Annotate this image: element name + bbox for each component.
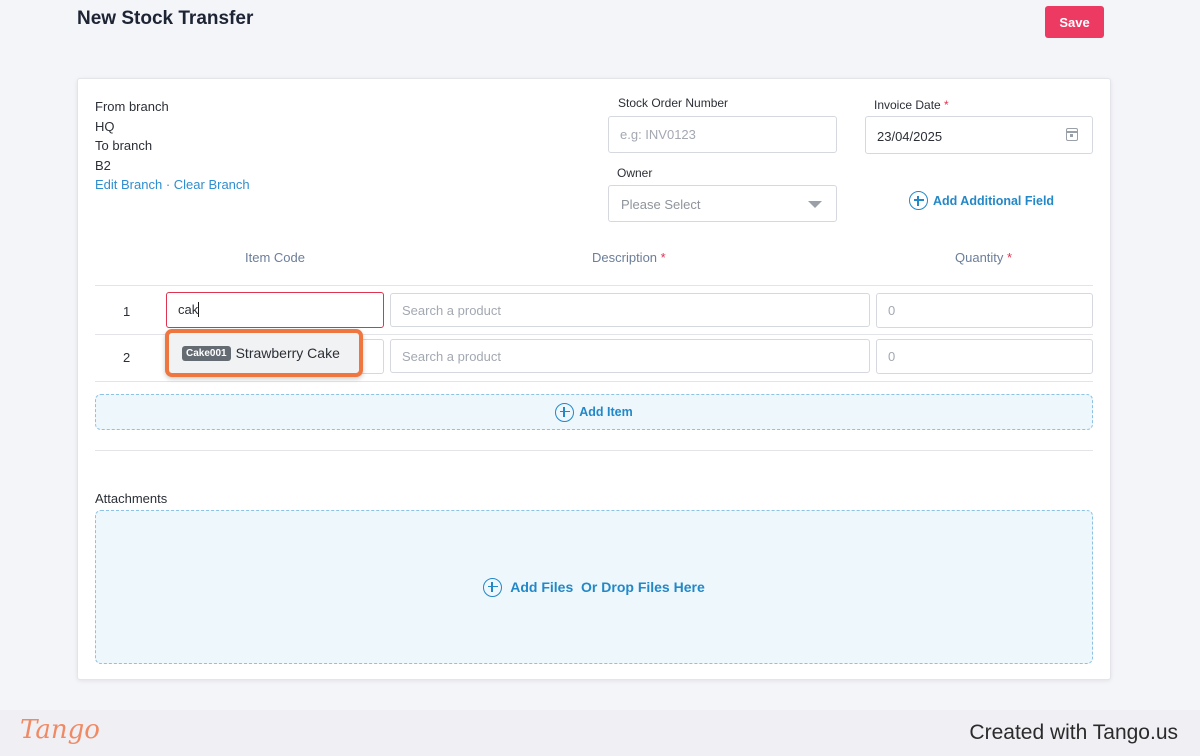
plus-circle-icon [483, 577, 503, 597]
column-header-quantity: Quantity * [955, 250, 1012, 265]
dropzone-text: Add Files Or Drop Files Here [510, 579, 705, 595]
tango-credit: Created with Tango.us [969, 721, 1178, 744]
required-mark: * [944, 98, 949, 112]
invoice-date-label-text: Invoice Date [874, 98, 941, 112]
link-separator: · [162, 177, 174, 192]
text-cursor [198, 302, 200, 317]
row-number: 1 [123, 304, 131, 319]
clear-branch-link[interactable]: Clear Branch [174, 177, 250, 192]
branch-links: Edit Branch · Clear Branch [95, 175, 250, 195]
quantity-input[interactable] [876, 339, 1093, 374]
file-dropzone[interactable]: Add Files Or Drop Files Here [95, 510, 1093, 664]
branch-info: From branch HQ To branch B2 Edit Branch … [95, 97, 250, 195]
invoice-date-label: Invoice Date * [874, 98, 949, 112]
stock-order-input[interactable] [608, 116, 837, 153]
chevron-down-icon [808, 201, 822, 208]
plus-circle-icon [909, 191, 928, 210]
row-divider [95, 381, 1093, 382]
from-branch-value: HQ [95, 118, 115, 134]
owner-select[interactable]: Please Select [608, 185, 837, 222]
row-number: 2 [123, 350, 131, 365]
column-header-item-code: Item Code [245, 250, 305, 265]
required-mark: * [1007, 250, 1013, 265]
product-name: Strawberry Cake [235, 345, 340, 361]
required-mark: * [660, 250, 666, 265]
page-title: New Stock Transfer [77, 8, 254, 29]
calendar-icon[interactable] [1066, 128, 1078, 141]
owner-placeholder: Please Select [621, 197, 701, 212]
stock-transfer-card: From branch HQ To branch B2 Edit Branch … [77, 78, 1111, 680]
product-code-badge: Cake001 [182, 345, 231, 361]
quantity-input[interactable] [876, 293, 1093, 328]
table-header-divider [95, 285, 1093, 286]
attachments-label: Attachments [95, 491, 168, 506]
section-divider [95, 450, 1093, 451]
save-button[interactable]: Save [1045, 6, 1104, 38]
to-branch-value: B2 [95, 157, 111, 173]
product-suggestion-item[interactable]: Cake001 Strawberry Cake [165, 329, 363, 377]
add-additional-field-button[interactable]: Add Additional Field [909, 191, 1054, 210]
tango-logo: Tango [20, 715, 100, 745]
to-branch-label: To branch [95, 138, 153, 153]
owner-label: Owner [617, 166, 653, 180]
add-item-button[interactable]: Add Item [95, 394, 1093, 430]
column-header-description: Description * [592, 250, 666, 265]
stock-order-label: Stock Order Number [618, 96, 729, 110]
edit-branch-link[interactable]: Edit Branch [95, 177, 162, 192]
description-input[interactable] [390, 293, 870, 327]
plus-circle-icon [555, 402, 575, 422]
from-branch-label: From branch [95, 99, 169, 114]
invoice-date-value: 23/04/2025 [877, 129, 943, 144]
invoice-date-field[interactable]: 23/04/2025 [865, 116, 1093, 154]
tango-footer: Tango Created with Tango.us [0, 710, 1200, 756]
description-input[interactable] [390, 339, 870, 373]
item-code-value: cak [178, 302, 199, 317]
description-header-text: Description [592, 250, 658, 265]
quantity-header-text: Quantity [955, 250, 1004, 265]
item-code-input[interactable]: cak [166, 292, 384, 328]
add-additional-field-label: Add Additional Field [933, 193, 1055, 208]
add-item-label: Add Item [579, 405, 633, 419]
